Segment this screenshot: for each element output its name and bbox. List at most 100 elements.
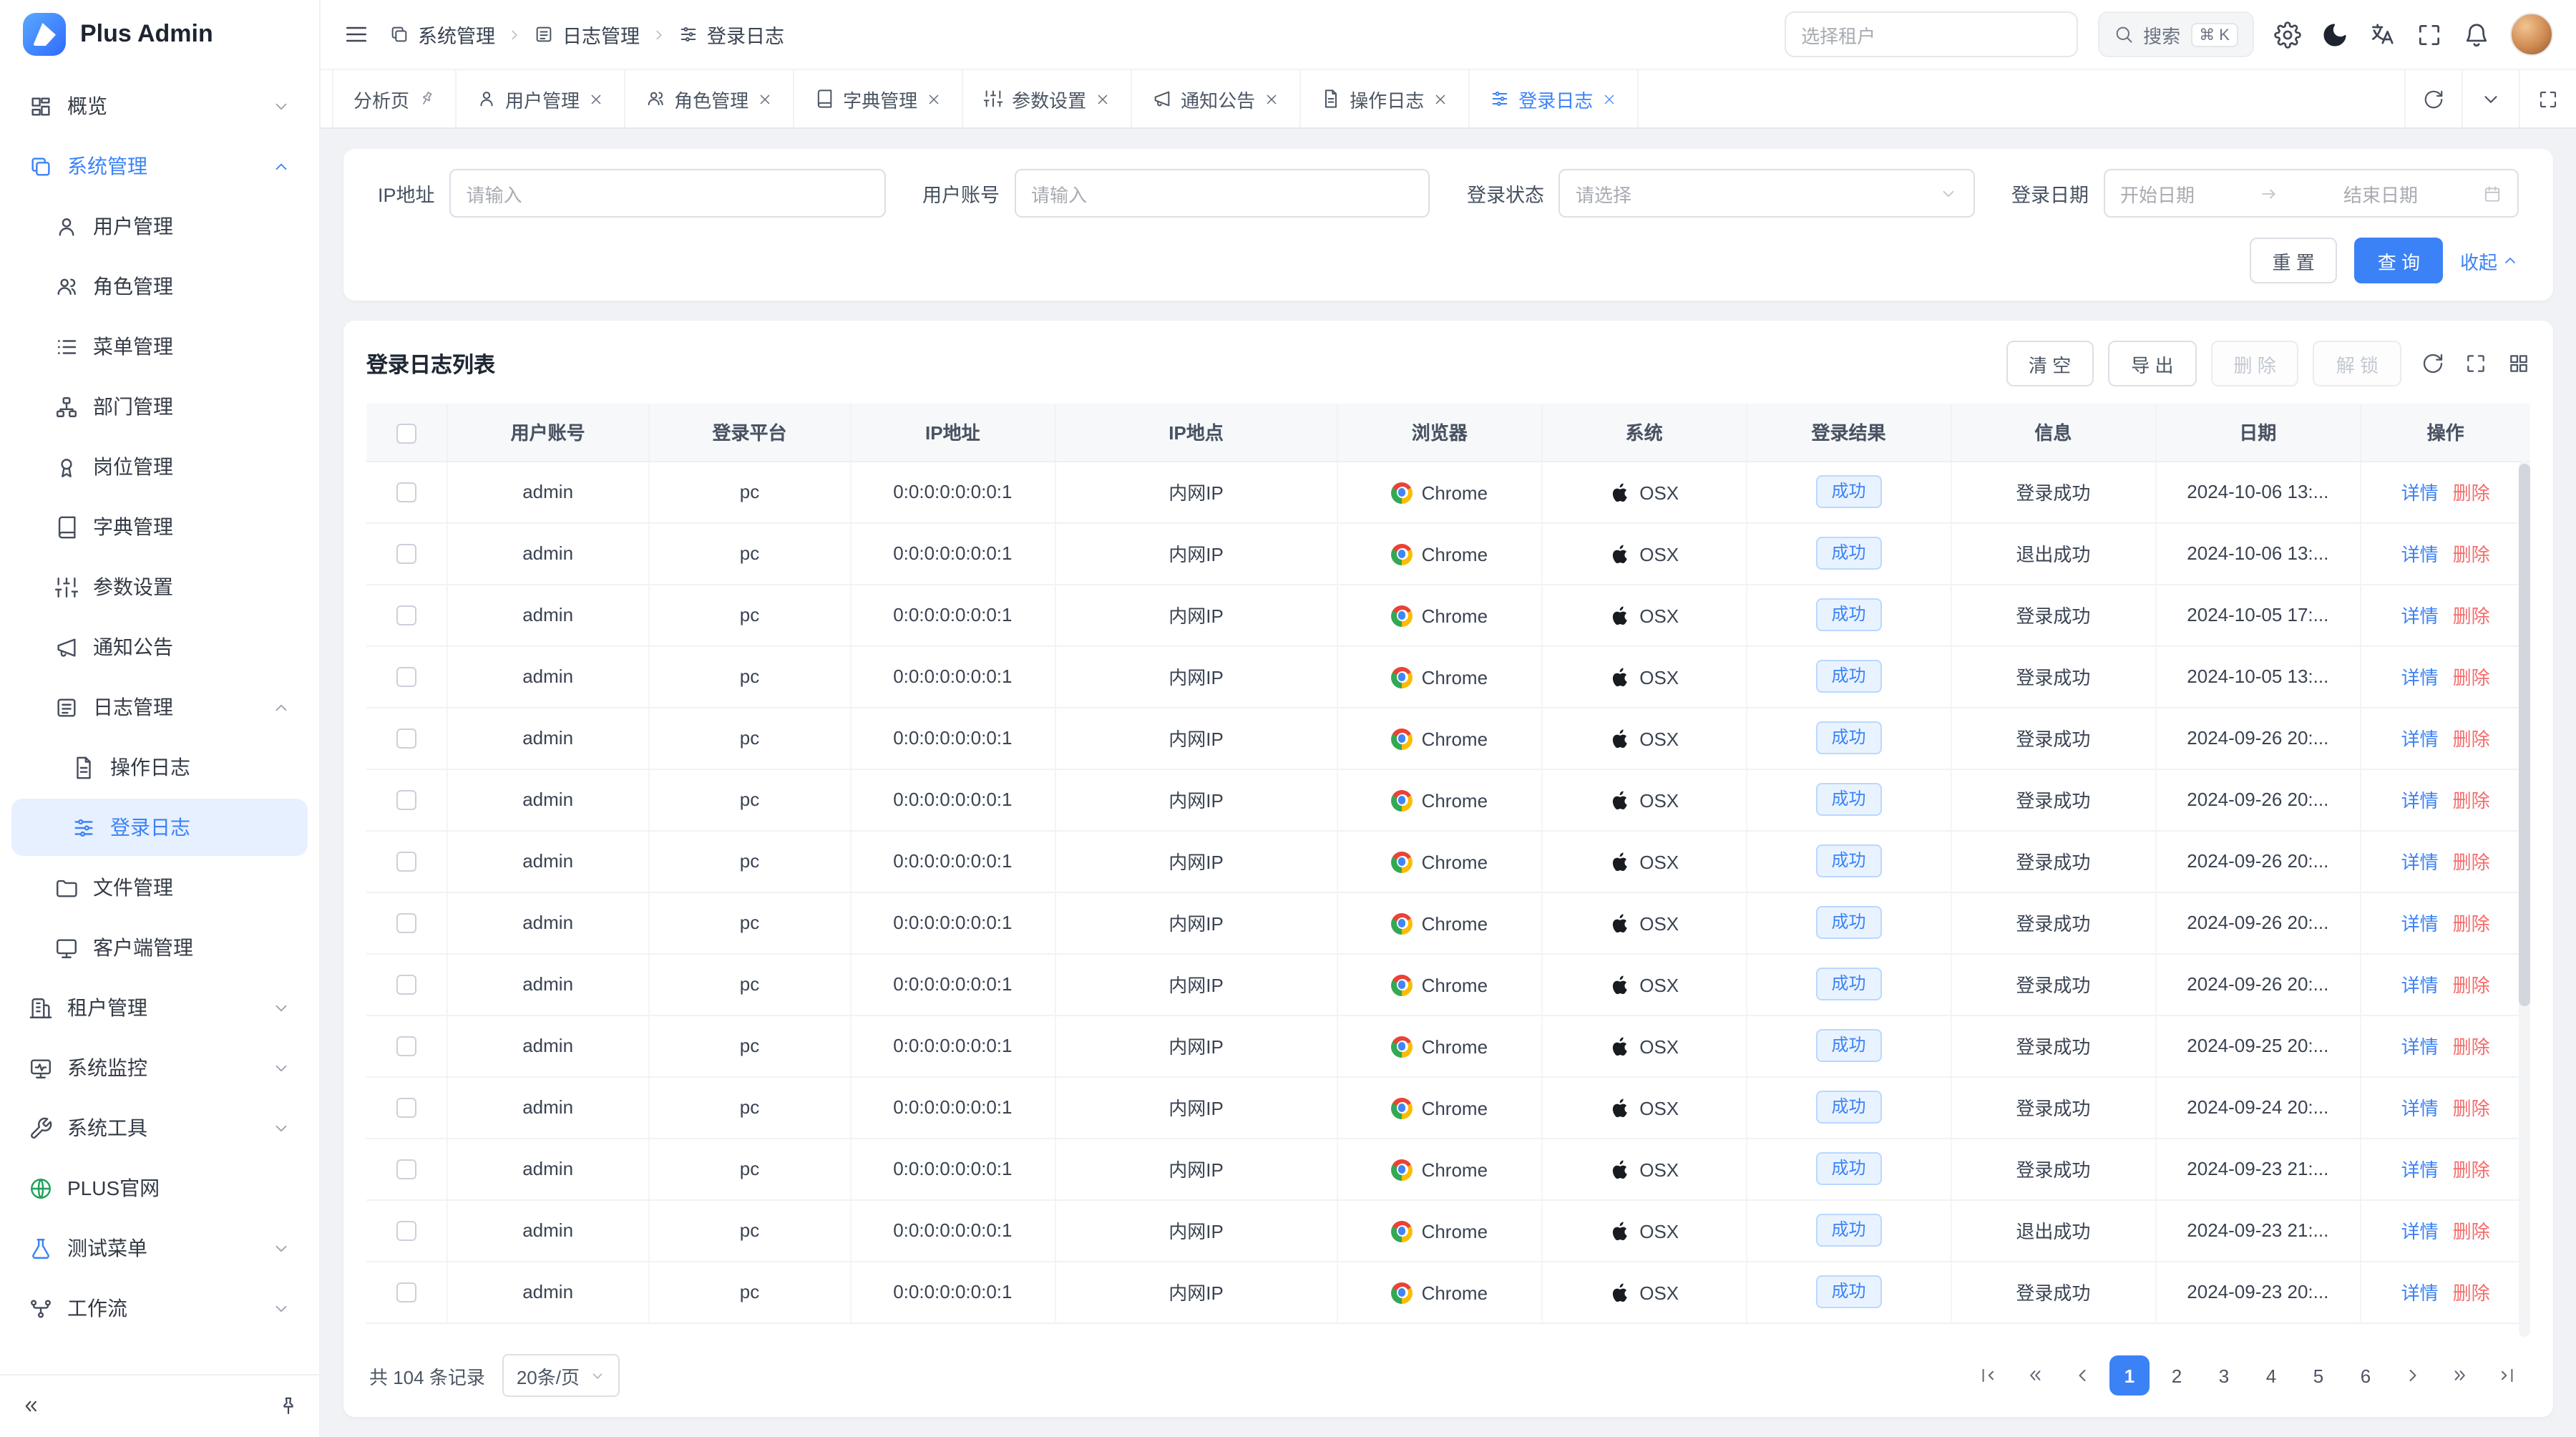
row-checkbox[interactable] xyxy=(396,1222,416,1242)
dark-mode-button[interactable] xyxy=(2321,21,2348,48)
tab-op-log[interactable]: 操作日志 xyxy=(1301,70,1470,127)
pagination-page-6[interactable]: 6 xyxy=(2346,1355,2386,1395)
pagination-page-3[interactable]: 3 xyxy=(2204,1355,2244,1395)
sidebar-item-user-mgmt[interactable]: 用户管理 xyxy=(11,198,308,255)
sidebar-item-system-mgmt[interactable]: 系统管理 xyxy=(11,137,308,195)
pagination-page-4[interactable]: 4 xyxy=(2251,1355,2291,1395)
pagination-next-group-button[interactable] xyxy=(2440,1355,2480,1395)
delete-link[interactable]: 删除 xyxy=(2453,786,2490,813)
pagination-prev-group-button[interactable] xyxy=(2015,1355,2055,1395)
unlock-button[interactable]: 解 锁 xyxy=(2313,341,2401,386)
table-scrollbar-thumb[interactable] xyxy=(2519,464,2530,1007)
sidebar-item-overview[interactable]: 概览 xyxy=(11,77,308,135)
page-size-select[interactable]: 20条/页 xyxy=(502,1354,620,1397)
sidebar-item-log-mgmt[interactable]: 日志管理 xyxy=(11,678,308,736)
pagination-prev-page-button[interactable] xyxy=(2062,1355,2102,1395)
tab-close-icon[interactable] xyxy=(588,91,604,107)
tab-user-mgmt[interactable]: 用户管理 xyxy=(457,70,625,127)
row-checkbox[interactable] xyxy=(396,1283,416,1303)
sidebar-item-role-mgmt[interactable]: 角色管理 xyxy=(11,258,308,315)
tenant-select[interactable]: 选择租户 xyxy=(1784,11,2077,57)
delete-link[interactable]: 删除 xyxy=(2453,909,2490,936)
row-checkbox[interactable] xyxy=(396,668,416,688)
detail-link[interactable]: 详情 xyxy=(2401,1093,2439,1121)
row-checkbox[interactable] xyxy=(396,791,416,811)
export-button[interactable]: 导 出 xyxy=(2108,341,2196,386)
delete-button[interactable]: 删 除 xyxy=(2211,341,2299,386)
detail-link[interactable]: 详情 xyxy=(2401,909,2439,936)
delete-link[interactable]: 删除 xyxy=(2453,1155,2490,1182)
row-checkbox[interactable] xyxy=(396,483,416,503)
delete-link[interactable]: 删除 xyxy=(2453,540,2490,567)
row-checkbox[interactable] xyxy=(396,545,416,565)
table-fullscreen-button[interactable] xyxy=(2464,352,2487,375)
detail-link[interactable]: 详情 xyxy=(2401,1278,2439,1305)
pagination-page-1[interactable]: 1 xyxy=(2109,1355,2150,1395)
row-checkbox[interactable] xyxy=(396,1160,416,1180)
avatar[interactable] xyxy=(2510,13,2553,56)
sidebar-item-file-mgmt[interactable]: 文件管理 xyxy=(11,859,308,916)
pagination-next-page-button[interactable] xyxy=(2393,1355,2433,1395)
pagination-first-page-button[interactable] xyxy=(1968,1355,2008,1395)
tab-dict-mgmt[interactable]: 字典管理 xyxy=(794,70,963,127)
row-checkbox[interactable] xyxy=(396,606,416,626)
detail-link[interactable]: 详情 xyxy=(2401,847,2439,875)
sidebar-pin-button[interactable] xyxy=(278,1395,299,1417)
tab-param-settings[interactable]: 参数设置 xyxy=(963,70,1132,127)
sidebar-item-tenant-mgmt[interactable]: 租户管理 xyxy=(11,979,308,1036)
row-checkbox[interactable] xyxy=(396,914,416,934)
sidebar-toggle-button[interactable] xyxy=(343,21,369,47)
notifications-button[interactable] xyxy=(2463,21,2490,48)
delete-link[interactable]: 删除 xyxy=(2453,601,2490,628)
delete-link[interactable]: 删除 xyxy=(2453,1032,2490,1059)
detail-link[interactable]: 详情 xyxy=(2401,970,2439,998)
column-settings-button[interactable] xyxy=(2507,352,2530,375)
row-checkbox[interactable] xyxy=(396,1037,416,1057)
delete-link[interactable]: 删除 xyxy=(2453,1093,2490,1121)
pagination-page-2[interactable]: 2 xyxy=(2157,1355,2197,1395)
detail-link[interactable]: 详情 xyxy=(2401,724,2439,751)
pagination-last-page-button[interactable] xyxy=(2487,1355,2527,1395)
translate-button[interactable] xyxy=(2368,21,2396,48)
delete-link[interactable]: 删除 xyxy=(2453,1278,2490,1305)
detail-link[interactable]: 详情 xyxy=(2401,663,2439,690)
sidebar-item-menu-mgmt[interactable]: 菜单管理 xyxy=(11,318,308,375)
query-button[interactable]: 查 询 xyxy=(2355,238,2443,283)
sidebar-item-plus-site[interactable]: PLUS官网 xyxy=(11,1159,308,1217)
sidebar-item-dept-mgmt[interactable]: 部门管理 xyxy=(11,378,308,435)
delete-link[interactable]: 删除 xyxy=(2453,663,2490,690)
clear-button[interactable]: 清 空 xyxy=(2006,341,2094,386)
status-select[interactable]: 请选择 xyxy=(1558,169,1974,218)
tab-close-icon[interactable] xyxy=(926,91,942,107)
sidebar-item-login-log[interactable]: 登录日志 xyxy=(11,799,308,856)
sidebar-item-post-mgmt[interactable]: 岗位管理 xyxy=(11,438,308,495)
sidebar-item-client-mgmt[interactable]: 客户端管理 xyxy=(11,919,308,976)
reset-button[interactable]: 重 置 xyxy=(2249,238,2337,283)
tabs-menu-button[interactable] xyxy=(2462,70,2519,127)
row-checkbox[interactable] xyxy=(396,1099,416,1119)
tab-close-icon[interactable] xyxy=(1601,91,1617,107)
tab-close-icon[interactable] xyxy=(1264,91,1279,107)
pagination-page-5[interactable]: 5 xyxy=(2298,1355,2338,1395)
tab-role-mgmt[interactable]: 角色管理 xyxy=(625,70,794,127)
settings-button[interactable] xyxy=(2274,21,2301,48)
breadcrumb-item[interactable]: 系统管理 xyxy=(389,20,495,49)
sidebar-item-sys-monitor[interactable]: 系统监控 xyxy=(11,1039,308,1096)
detail-link[interactable]: 详情 xyxy=(2401,786,2439,813)
sidebar-item-param-settings[interactable]: 参数设置 xyxy=(11,558,308,615)
sidebar-item-sys-tools[interactable]: 系统工具 xyxy=(11,1099,308,1156)
detail-link[interactable]: 详情 xyxy=(2401,540,2439,567)
delete-link[interactable]: 删除 xyxy=(2453,970,2490,998)
breadcrumb-item[interactable]: 登录日志 xyxy=(678,20,784,49)
delete-link[interactable]: 删除 xyxy=(2453,478,2490,505)
logo[interactable]: Plus Admin xyxy=(0,0,319,69)
detail-link[interactable]: 详情 xyxy=(2401,601,2439,628)
detail-link[interactable]: 详情 xyxy=(2401,1155,2439,1182)
ip-input[interactable]: 请输入 xyxy=(449,169,885,218)
sidebar-item-dict-mgmt[interactable]: 字典管理 xyxy=(11,498,308,555)
content-fullscreen-button[interactable] xyxy=(2519,70,2576,127)
fullscreen-button[interactable] xyxy=(2416,21,2443,48)
date-range-input[interactable]: 开始日期 结束日期 xyxy=(2103,169,2519,218)
tab-close-icon[interactable] xyxy=(1433,91,1448,107)
row-checkbox[interactable] xyxy=(396,975,416,995)
